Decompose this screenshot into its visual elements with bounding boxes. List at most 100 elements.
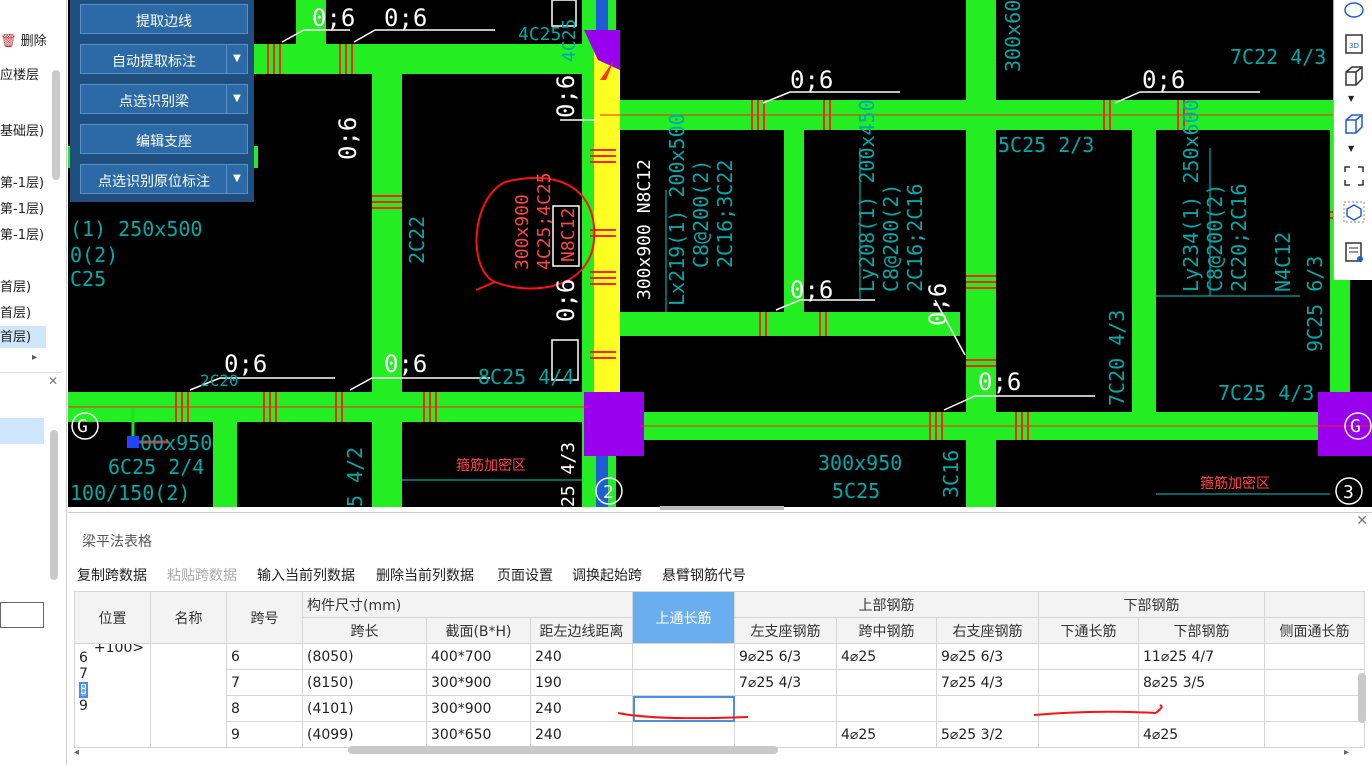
cell-mid-span[interactable]: 4⌀25 [836, 643, 937, 670]
auto-extract-annotation-button[interactable]: 自动提取标注 ▼ [80, 44, 248, 74]
cell-length[interactable]: (8150) [302, 669, 427, 696]
cell-left-seat[interactable]: 7⌀25 4/3 [734, 669, 837, 696]
extract-edge-button[interactable]: 提取边线 [80, 4, 248, 34]
cell-span[interactable]: 9 [226, 721, 303, 748]
cantilever-code-button[interactable]: 悬臂钢筋代号 [662, 565, 746, 585]
cell-bottom-bar[interactable]: 8⌀25 3/5 [1138, 669, 1265, 696]
scroll-right-icon[interactable]: ▸ [32, 352, 37, 363]
swap-start-span-button[interactable]: 调换起始跨 [572, 565, 642, 585]
table-row[interactable]: 7 (8150) 300*900 190 7⌀25 4/3 7⌀25 4/3 8… [75, 669, 1365, 696]
cell-side-through[interactable] [1264, 643, 1365, 670]
cell-top-through[interactable] [632, 643, 735, 670]
chevron-down-icon[interactable]: ▼ [226, 165, 247, 193]
col-header-top-through[interactable]: 上通长筋 [632, 591, 735, 644]
cell-length[interactable]: (4099) [302, 721, 427, 748]
copy-span-data-button[interactable]: 复制跨数据 [77, 565, 147, 585]
cell-bottom-through[interactable] [1038, 669, 1139, 696]
chevron-down-icon[interactable]: ▼ [226, 45, 247, 73]
chevron-down-icon[interactable]: ▼ [226, 85, 247, 113]
cell-side-through[interactable] [1264, 695, 1365, 722]
cell-bottom-bar[interactable]: 11⌀25 4/7 [1138, 643, 1265, 670]
vertical-scrollbar[interactable] [1358, 673, 1366, 723]
floor-item[interactable]: 基础层) [0, 120, 44, 139]
pick-identify-beam-button[interactable]: 点选识别梁 ▼ [80, 84, 248, 114]
cell-bottom-through[interactable] [1038, 643, 1139, 670]
orbit-icon[interactable] [1342, 0, 1366, 24]
floor-item[interactable]: 应楼层 [0, 64, 39, 83]
cad-text: 箍筋加密区 [1200, 475, 1270, 492]
cad-text: 0;6 [334, 117, 362, 160]
cell-span[interactable]: 6 [226, 643, 303, 670]
col-header-name[interactable]: 名称 [150, 591, 227, 644]
cell-left-seat[interactable]: 9⌀25 6/3 [734, 643, 837, 670]
dynamic-view-icon[interactable] [1342, 200, 1366, 224]
cad-text: 4C25;4C25 [534, 172, 555, 270]
cell-left-distance[interactable]: 190 [530, 669, 633, 696]
3d-view-icon[interactable]: 3D [1342, 32, 1366, 56]
floor-item[interactable]: 第-1层) [0, 172, 44, 191]
splitter-handle[interactable] [660, 506, 784, 510]
scroll-left-icon[interactable]: ◂ [74, 747, 79, 758]
floor-item[interactable]: 第-1层) [0, 198, 44, 217]
chevron-down-icon[interactable]: ▼ [1348, 144, 1354, 153]
col-header-right-seat[interactable]: 右支座钢筋 [936, 617, 1039, 644]
delete-column-data-button[interactable]: 删除当前列数据 [376, 565, 474, 585]
chevron-down-icon[interactable]: ▼ [1348, 94, 1354, 103]
col-header-section[interactable]: 截面(B*H) [426, 617, 531, 644]
scrollbar[interactable] [50, 430, 58, 580]
col-header-bottom-bar[interactable]: 下部钢筋 [1138, 617, 1265, 644]
floor-item-selected[interactable]: 首层) [0, 326, 46, 348]
col-header-side-through[interactable]: 侧面通长筋 [1264, 617, 1365, 644]
cell-left-distance[interactable]: 240 [530, 643, 633, 670]
cell-side-through[interactable] [1264, 721, 1365, 748]
list-item-selected[interactable] [0, 418, 44, 444]
cad-text: 0;6 [790, 66, 833, 94]
drawing-canvas[interactable]: 0;6 0;6 4C25 0;6 0;6 7C22 4/3 5C25 2/3 (… [68, 0, 1372, 507]
col-header-mid-span[interactable]: 跨中钢筋 [836, 617, 937, 644]
col-header-position[interactable]: 位置 [74, 591, 151, 644]
cell-side-through[interactable] [1264, 669, 1365, 696]
cad-text: 2C16;3C22 [713, 160, 737, 268]
cell-section[interactable]: 300*900 [426, 669, 531, 696]
table-row[interactable]: 6 7 8 9+100> 6 (8050) 400*700 240 9⌀25 6/3 … [74, 643, 1365, 748]
scrollbar[interactable] [52, 70, 60, 180]
cell-section[interactable]: 400*700 [426, 643, 531, 670]
edit-support-button[interactable]: 编辑支座 [80, 124, 248, 154]
cell-span[interactable]: 7 [226, 669, 303, 696]
cell-mid-span[interactable] [836, 669, 937, 696]
cube-icon[interactable] [1342, 64, 1366, 88]
close-icon[interactable]: ✕ [48, 374, 58, 388]
col-header-span[interactable]: 跨号 [226, 591, 303, 644]
floor-item[interactable]: 首层) [0, 302, 31, 321]
cell-length[interactable]: (8050) [302, 643, 427, 670]
paste-span-data-button[interactable]: 粘贴跨数据 [167, 565, 237, 585]
col-header-bottom-through[interactable]: 下通长筋 [1038, 617, 1139, 644]
cell-top-through[interactable] [632, 669, 735, 696]
cell-span[interactable]: 8 [226, 695, 303, 722]
properties-icon[interactable] [1342, 240, 1366, 264]
cell-length[interactable]: (4101) [302, 695, 427, 722]
cad-text: G [77, 416, 88, 437]
trash-icon: 🗑 [0, 34, 17, 49]
scroll-right-icon[interactable]: ▸ [1344, 747, 1349, 758]
floor-item[interactable]: 第-1层) [0, 224, 44, 243]
horizontal-scrollbar[interactable] [348, 746, 778, 754]
pick-identify-inplace-annotation-button[interactable]: 点选识别原位标注 ▼ [80, 164, 248, 194]
cell-name[interactable] [150, 643, 227, 748]
col-header-left-seat[interactable]: 左支座钢筋 [734, 617, 837, 644]
delete-button[interactable]: 🗑 删除 [0, 30, 47, 49]
fit-view-icon[interactable] [1342, 164, 1366, 188]
cell-right-seat[interactable]: 9⌀25 6/3 [936, 643, 1039, 670]
cube-blue-icon[interactable] [1342, 112, 1366, 136]
cell-right-seat[interactable]: 7⌀25 4/3 [936, 669, 1039, 696]
input-column-data-button[interactable]: 输入当前列数据 [257, 565, 355, 585]
col-header-left-distance[interactable]: 距左边线距离 [530, 617, 633, 644]
floor-item[interactable]: 首层) [0, 276, 31, 295]
page-setup-button[interactable]: 页面设置 [497, 565, 553, 585]
col-header-span-length[interactable]: 跨长 [302, 617, 427, 644]
cell-section[interactable]: 300*900 [426, 695, 531, 722]
cell-position[interactable]: 6 7 8 9+100> [74, 643, 151, 748]
close-icon[interactable]: ✕ [1356, 513, 1368, 529]
cell-section[interactable]: 300*650 [426, 721, 531, 748]
input-box[interactable] [0, 602, 44, 628]
